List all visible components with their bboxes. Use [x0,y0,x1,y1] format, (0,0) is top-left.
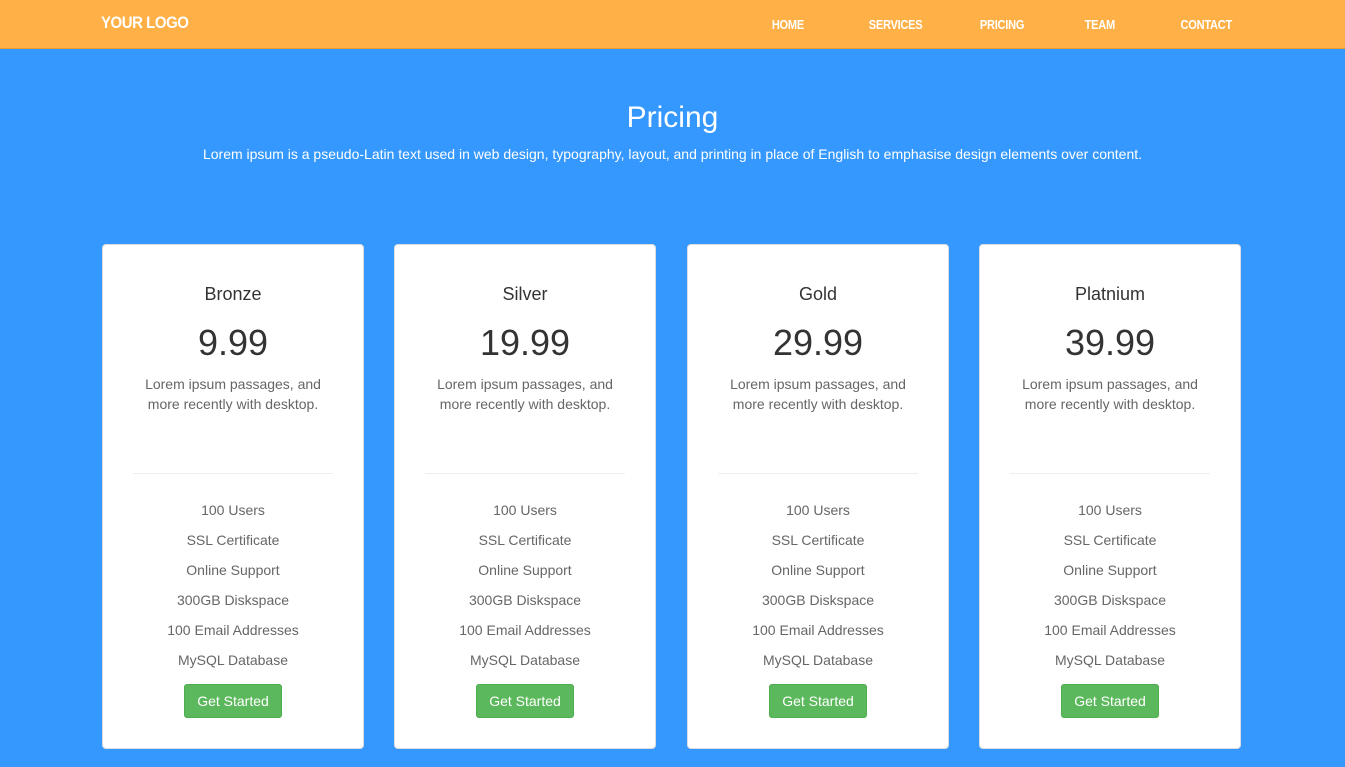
feature-item: MySQL Database [470,652,580,668]
feature-item: MySQL Database [178,652,288,668]
divider [1010,473,1210,474]
feature-item: Online Support [186,562,280,578]
plan-description: Lorem ipsum passages, and more recently … [1022,376,1198,412]
feature-item: 100 Email Addresses [459,622,591,638]
nav-item-services[interactable]: SERVICES [869,17,923,32]
feature-list: 100 Users SSL Certificate Online Support… [980,500,1240,680]
plan-description: Lorem ipsum passages, and more recently … [730,376,906,412]
pricing-card-gold: Gold 29.99 Lorem ipsum passages, and mor… [687,244,949,749]
get-started-button[interactable]: Get Started [769,684,867,718]
navbar: YOUR LOGO HOME SERVICES PRICING TEAM CON… [0,0,1345,49]
plan-description: Lorem ipsum passages, and more recently … [437,376,613,412]
page-title: Pricing [626,101,719,134]
feature-item: SSL Certificate [478,532,572,548]
plan-price: 29.99 [772,322,864,363]
feature-item: SSL Certificate [186,532,280,548]
feature-item: SSL Certificate [771,532,865,548]
feature-item: 100 Users [786,502,850,518]
divider [133,473,333,474]
feature-item: 100 Users [201,502,265,518]
plan-price: 39.99 [1064,322,1156,363]
nav-item-contact[interactable]: CONTACT [1181,17,1233,32]
feature-item: 300GB Diskspace [1053,592,1167,608]
plan-name: Bronze [204,284,262,304]
feature-item: 100 Users [493,502,557,518]
feature-item: Online Support [478,562,572,578]
feature-item: 100 Users [1078,502,1142,518]
page-subtitle: Lorem ipsum is a pseudo-Latin text used … [202,146,1143,162]
feature-item: Online Support [771,562,865,578]
pricing-card-platnium: Platnium 39.99 Lorem ipsum passages, and… [979,244,1241,749]
feature-item: MySQL Database [1055,652,1165,668]
feature-item: 300GB Diskspace [761,592,875,608]
plan-name: Gold [798,284,838,304]
feature-item: 100 Email Addresses [752,622,884,638]
pricing-card-bronze: Bronze 9.99 Lorem ipsum passages, and mo… [102,244,364,749]
feature-item: Online Support [1063,562,1157,578]
feature-item: MySQL Database [763,652,873,668]
feature-list: 100 Users SSL Certificate Online Support… [688,500,948,680]
get-started-button[interactable]: Get Started [1061,684,1159,718]
feature-item: 300GB Diskspace [176,592,290,608]
plan-price: 19.99 [479,322,571,363]
plan-description: Lorem ipsum passages, and more recently … [145,376,321,412]
feature-item: 100 Email Addresses [1044,622,1176,638]
feature-item: 100 Email Addresses [167,622,299,638]
plan-price: 9.99 [197,322,269,363]
divider [718,473,918,474]
nav-item-home[interactable]: HOME [772,17,804,32]
get-started-button[interactable]: Get Started [476,684,574,718]
plan-name: Platnium [1074,284,1146,304]
nav-item-pricing[interactable]: PRICING [980,17,1025,32]
feature-list: 100 Users SSL Certificate Online Support… [103,500,363,680]
feature-item: SSL Certificate [1063,532,1157,548]
plan-name: Silver [502,284,548,304]
feature-list: 100 Users SSL Certificate Online Support… [395,500,655,680]
get-started-button[interactable]: Get Started [184,684,282,718]
feature-item: 300GB Diskspace [468,592,582,608]
divider [425,473,625,474]
logo[interactable]: YOUR LOGO [101,13,189,33]
pricing-card-silver: Silver 19.99 Lorem ipsum passages, and m… [394,244,656,749]
nav-item-team[interactable]: TEAM [1085,17,1116,32]
